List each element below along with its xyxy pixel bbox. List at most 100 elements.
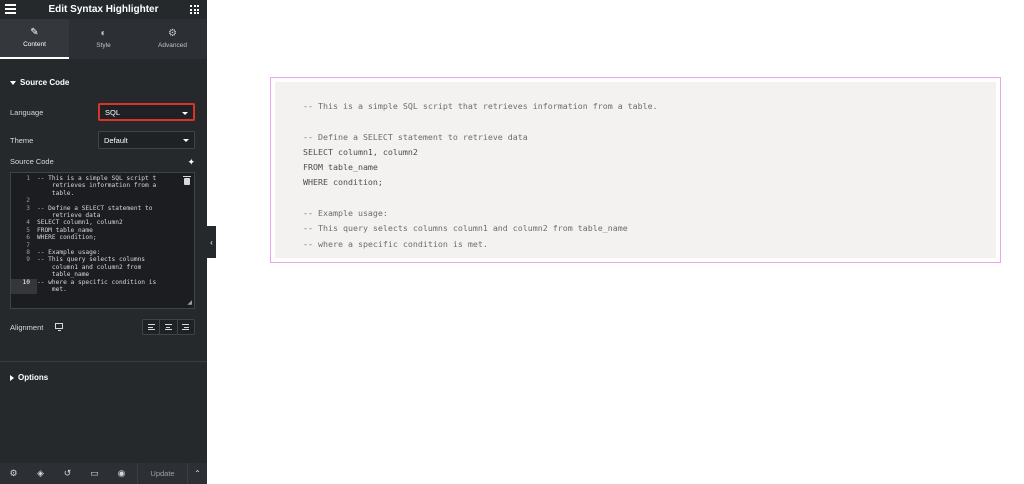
align-left-button[interactable] bbox=[143, 320, 161, 334]
language-label: Language bbox=[10, 108, 44, 117]
dropdown-arrow-icon bbox=[183, 139, 189, 142]
theme-select-value: Default bbox=[104, 135, 128, 145]
collapse-panel-button[interactable]: ‹ bbox=[207, 226, 216, 258]
tab-advanced-label: Advanced bbox=[158, 42, 187, 49]
line-number: 9 bbox=[26, 256, 30, 264]
theme-label: Theme bbox=[10, 136, 34, 145]
line-number: 6 bbox=[26, 234, 30, 242]
panel-tabs: ✎ Content ◐ Style ⚙ Advanced bbox=[0, 19, 207, 59]
line-number bbox=[11, 286, 37, 294]
line-text: retrieves information from a bbox=[37, 182, 157, 190]
line-number: 10 bbox=[11, 278, 37, 287]
line-text: -- This query selects columns bbox=[37, 256, 146, 264]
line-number: 1 bbox=[26, 175, 30, 182]
preview-code-line: -- This is a simple SQL script that retr… bbox=[303, 101, 658, 111]
line-text: FROM table_name bbox=[37, 226, 93, 234]
line-number: 2 bbox=[26, 197, 30, 205]
line-number bbox=[11, 271, 37, 278]
preview-code-line: FROM table_name bbox=[303, 162, 378, 173]
code-line: column1 and column2 from bbox=[11, 264, 194, 271]
code-line: 1 -- This is a simple SQL script t bbox=[11, 175, 194, 182]
line-number: 4 bbox=[26, 219, 30, 227]
preview-code-line: SELECT column1, column2 bbox=[303, 146, 418, 157]
tab-style-label: Style bbox=[96, 42, 111, 49]
tab-content-label: Content bbox=[23, 41, 46, 48]
tab-style[interactable]: ◐ Style bbox=[69, 19, 138, 59]
code-line: 2 bbox=[11, 197, 194, 204]
line-text: -- This is a simple SQL script t bbox=[37, 175, 157, 182]
editor-sidebar: Edit Syntax Highlighter ✎ Content ◐ Styl… bbox=[0, 0, 207, 484]
line-text: WHERE condition; bbox=[37, 234, 97, 242]
line-number: 3 bbox=[26, 204, 30, 212]
history-icon[interactable]: ↺ bbox=[54, 463, 81, 484]
line-text: -- Example usage: bbox=[37, 249, 101, 257]
preview-code-line: -- where a specific condition is met. bbox=[303, 238, 488, 249]
align-right-button[interactable] bbox=[177, 320, 194, 334]
layers-icon[interactable]: ◈ bbox=[27, 463, 54, 484]
code-line: met. bbox=[11, 286, 194, 294]
line-number bbox=[11, 212, 37, 219]
gear-icon: ⚙ bbox=[168, 28, 177, 39]
preview-code-line: -- This query selects columns column1 an… bbox=[303, 223, 628, 234]
preview-code-line bbox=[303, 191, 996, 206]
code-line: 9 -- This query selects columns bbox=[11, 256, 194, 263]
options-section-title: Options bbox=[18, 373, 49, 382]
code-line: retrieve data bbox=[11, 212, 194, 219]
responsive-mode-icon[interactable]: ▭ bbox=[81, 463, 108, 484]
highlighted-code-block: -- This is a simple SQL script that retr… bbox=[275, 82, 996, 258]
tab-content[interactable]: ✎ Content bbox=[0, 19, 69, 59]
options-section-toggle[interactable]: Options bbox=[10, 373, 48, 382]
widgets-grid-icon[interactable] bbox=[190, 5, 199, 14]
desktop-monitor-icon[interactable] bbox=[55, 323, 63, 331]
line-text: SELECT column1, column2 bbox=[37, 219, 123, 227]
line-text: column1 and column2 from bbox=[37, 263, 142, 271]
language-select[interactable]: SQL bbox=[98, 103, 195, 121]
code-lines: 1 -- This is a simple SQL script t retrie… bbox=[11, 173, 194, 294]
caret-right-icon bbox=[10, 374, 14, 381]
line-number: 7 bbox=[26, 241, 30, 249]
hamburger-menu-icon[interactable] bbox=[5, 4, 16, 14]
line-number: 8 bbox=[26, 249, 30, 257]
preview-code-line: WHERE condition; bbox=[303, 177, 383, 188]
language-select-value: SQL bbox=[105, 107, 121, 117]
tab-advanced[interactable]: ⚙ Advanced bbox=[138, 19, 207, 59]
source-code-label: Source Code bbox=[10, 157, 54, 166]
align-center-button[interactable] bbox=[160, 320, 178, 334]
line-number: 5 bbox=[26, 226, 30, 234]
source-code-editor[interactable]: 1 -- This is a simple SQL script t retrie… bbox=[10, 172, 195, 309]
code-line-active: 10 -- where a specific condition is bbox=[11, 278, 194, 287]
alignment-control bbox=[142, 319, 195, 335]
chevron-up-icon[interactable]: ⌃ bbox=[187, 463, 207, 484]
code-line: 3 -- Define a SELECT statement to bbox=[11, 205, 194, 212]
align-left-icon bbox=[147, 324, 155, 330]
code-line: 4 SELECT column1, column2 bbox=[11, 219, 194, 226]
source-code-section-toggle[interactable]: Source Code bbox=[10, 78, 69, 87]
align-right-icon bbox=[182, 324, 190, 330]
code-line: retrieves information from a bbox=[11, 182, 194, 189]
line-text: table. bbox=[37, 189, 75, 197]
widget-preview[interactable]: -- This is a simple SQL script that retr… bbox=[270, 77, 1001, 263]
code-line: 8 -- Example usage: bbox=[11, 249, 194, 256]
settings-gear-icon[interactable]: ⚙ bbox=[0, 463, 27, 484]
caret-down-icon bbox=[10, 80, 16, 85]
code-line: 5 FROM table_name bbox=[11, 227, 194, 234]
preview-code-line: -- Example usage: bbox=[303, 208, 388, 219]
line-number bbox=[11, 264, 37, 271]
alignment-label: Alignment bbox=[10, 323, 44, 332]
line-text: retrieve data bbox=[37, 212, 101, 220]
ai-sparkle-icon[interactable]: ✦ bbox=[187, 157, 195, 168]
panel-title: Edit Syntax Highlighter bbox=[48, 4, 159, 15]
preview-eye-icon[interactable]: ◉ bbox=[108, 463, 135, 484]
theme-select[interactable]: Default bbox=[98, 131, 195, 149]
dropdown-arrow-icon bbox=[182, 112, 188, 115]
trash-icon[interactable] bbox=[183, 176, 191, 185]
pencil-icon: ✎ bbox=[30, 27, 39, 38]
resize-handle-icon[interactable]: ◢ bbox=[187, 299, 192, 306]
line-text: -- where a specific condition is bbox=[37, 278, 157, 286]
code-line: 6 WHERE condition; bbox=[11, 234, 194, 241]
update-button[interactable]: Update bbox=[137, 463, 187, 484]
code-line: table. bbox=[11, 190, 194, 197]
line-text: table_name bbox=[37, 271, 90, 279]
code-line: 7 bbox=[11, 242, 194, 249]
preview-code-line bbox=[303, 114, 996, 129]
